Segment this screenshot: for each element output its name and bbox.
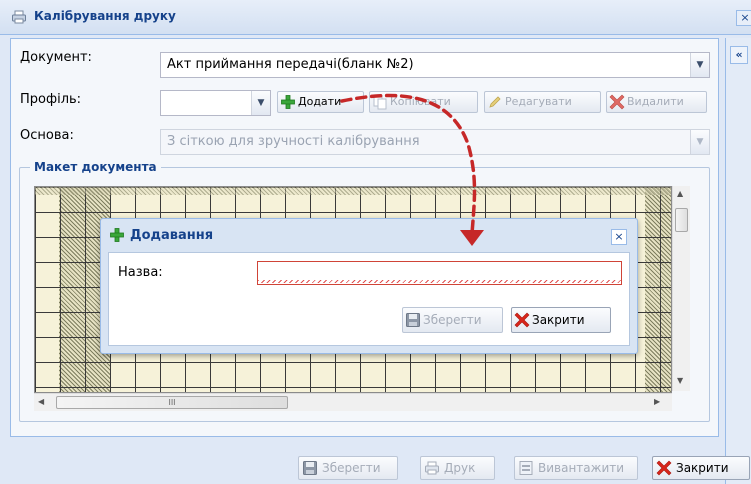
close-button-label: Закрити (676, 461, 729, 475)
export-button[interactable]: Вивантажити (514, 456, 638, 480)
window-title: Калібрування друку (34, 9, 176, 23)
layout-section-title: Макет документа (30, 160, 161, 174)
printer-icon (425, 461, 439, 475)
horizontal-scroll-thumb[interactable]: III (56, 396, 288, 409)
invalid-field-underline (258, 280, 621, 283)
document-select-value: Акт приймання передачі(бланк №2) (167, 57, 414, 72)
dialog-save-label: Зберегти (423, 313, 482, 327)
red-x-icon (609, 94, 625, 110)
print-button-label: Друк (444, 461, 476, 475)
plus-icon (281, 95, 295, 109)
export-icon (519, 461, 533, 475)
close-button[interactable]: Закрити (652, 456, 750, 480)
floppy-icon (303, 461, 317, 475)
print-button[interactable]: Друк (420, 456, 495, 480)
plus-icon (110, 228, 124, 242)
chevron-down-icon[interactable]: ▼ (690, 53, 709, 77)
vertical-scrollbar[interactable]: ▲ ▼ (672, 186, 690, 391)
vertical-scroll-thumb[interactable] (675, 208, 688, 232)
expand-panel-button[interactable]: « (730, 46, 748, 64)
delete-profile-button[interactable]: Видалити (606, 91, 707, 113)
save-button[interactable]: Зберегти (298, 456, 398, 480)
dialog-close-label: Закрити (532, 313, 585, 327)
document-select[interactable]: Акт приймання передачі(бланк №2) ▼ (160, 52, 710, 78)
edit-profile-button[interactable]: Редагувати (484, 91, 601, 113)
profile-label: Профіль: (20, 92, 82, 107)
floppy-icon (406, 313, 420, 327)
save-button-label: Зберегти (322, 461, 381, 475)
red-x-icon (656, 460, 672, 476)
scroll-up-icon[interactable]: ▲ (677, 189, 683, 198)
scroll-down-icon[interactable]: ▼ (677, 376, 683, 385)
add-profile-label: Додати (298, 95, 342, 108)
edit-profile-label: Редагувати (505, 95, 572, 108)
horizontal-scrollbar[interactable]: ◀ III ▶ (34, 393, 672, 411)
red-x-icon (514, 312, 530, 328)
scroll-right-icon[interactable]: ▶ (654, 397, 660, 406)
dialog-close-icon[interactable]: × (611, 229, 627, 245)
window-close-button[interactable]: × (736, 10, 751, 26)
name-input[interactable] (257, 261, 622, 285)
base-label: Основа: (20, 128, 74, 143)
chevron-down-icon[interactable]: ▼ (251, 91, 270, 115)
export-button-label: Вивантажити (538, 461, 625, 475)
add-dialog-title: Додавання (130, 228, 214, 243)
delete-profile-label: Видалити (627, 95, 684, 108)
name-label: Назва: (118, 265, 163, 280)
printer-icon (12, 10, 26, 24)
document-label: Документ: (20, 50, 92, 65)
chevron-down-icon[interactable]: ▼ (690, 130, 709, 154)
profile-select[interactable]: ▼ (160, 90, 271, 116)
scroll-left-icon[interactable]: ◀ (38, 397, 44, 406)
dialog-close-button[interactable]: Закрити (511, 307, 611, 333)
dialog-save-button[interactable]: Зберегти (402, 307, 503, 333)
collapsed-side-panel (725, 38, 751, 484)
hint-arrow (340, 93, 484, 246)
